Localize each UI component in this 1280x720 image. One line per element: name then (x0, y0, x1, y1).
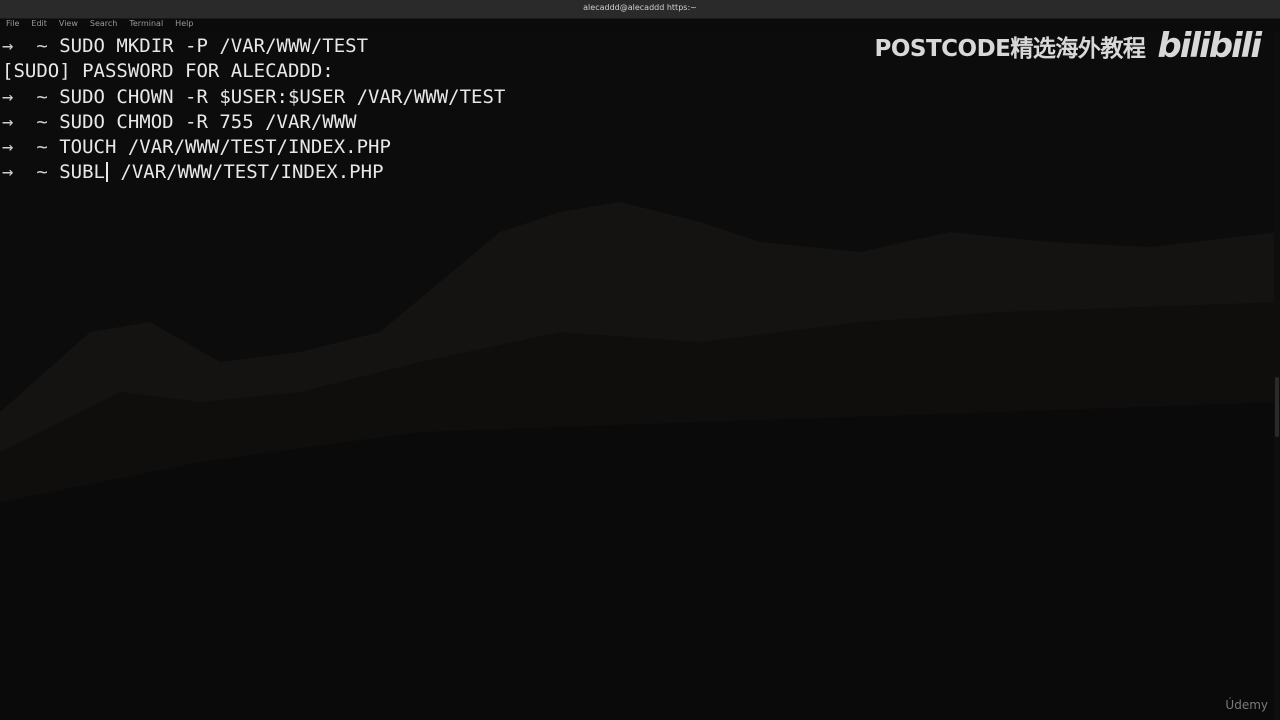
terminal-line: → ~ SUDO CHMOD -R 755 /VAR/WWW (0, 110, 1280, 135)
prompt: → ~ (2, 85, 60, 108)
prompt: → ~ (2, 161, 60, 184)
command-text: SUBL (59, 161, 105, 184)
command-text: TOUCH /VAR/WWW/TEST/INDEX.PHP (59, 136, 391, 159)
bilibili-logo: bilibili (1157, 26, 1262, 66)
command-text-after-cursor: /VAR/WWW/TEST/INDEX.PHP (108, 161, 384, 184)
window-title: alecaddd@alecaddd https:~ (583, 3, 697, 12)
menu-edit[interactable]: Edit (31, 19, 47, 31)
scrollbar-thumb[interactable] (1275, 377, 1279, 437)
menu-help[interactable]: Help (175, 19, 193, 31)
prompt: → ~ (2, 35, 60, 57)
command-text: SUDO CHOWN -R $USER:$USER /VAR/WWW/TEST (59, 85, 506, 108)
terminal-output[interactable]: → ~ SUDO MKDIR -P /VAR/WWW/TEST [SUDO] P… (0, 34, 1280, 674)
terminal-line: → ~ TOUCH /VAR/WWW/TEST/INDEX.PHP (0, 135, 1280, 160)
watermark: POSTCODE精选海外教程 bilibili (874, 26, 1262, 66)
menu-bar: File Edit View Search Terminal Help (6, 19, 193, 31)
menu-search[interactable]: Search (90, 19, 117, 31)
terminal-line: → ~ SUDO CHOWN -R $USER:$USER /VAR/WWW/T… (0, 85, 1280, 110)
watermark-text: POSTCODE精选海外教程 (874, 36, 1146, 62)
command-text: SUDO MKDIR -P /VAR/WWW/TEST (59, 35, 369, 57)
text-cursor (105, 162, 108, 183)
udemy-watermark: Údemy (1225, 698, 1268, 712)
title-bar[interactable]: alecaddd@alecaddd https:~ (0, 0, 1280, 19)
terminal-window: alecaddd@alecaddd https:~ File Edit View… (0, 0, 1280, 720)
command-text: SUDO CHMOD -R 755 /VAR/WWW (59, 110, 357, 133)
prompt: → ~ (2, 110, 60, 133)
menu-file[interactable]: File (6, 19, 19, 31)
scrollbar[interactable] (1274, 32, 1280, 720)
menu-view[interactable]: View (59, 19, 78, 31)
prompt: → ~ (2, 136, 60, 159)
output-text: [SUDO] PASSWORD FOR ALECADDD: (2, 60, 334, 83)
menu-terminal[interactable]: Terminal (129, 19, 163, 31)
terminal-input-line[interactable]: → ~ SUBL /VAR/WWW/TEST/INDEX.PHP (0, 160, 1280, 185)
